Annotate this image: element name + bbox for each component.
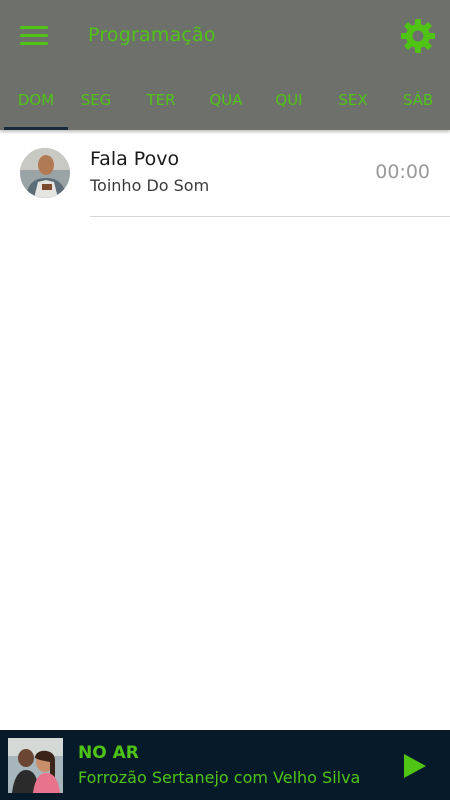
tab-seg[interactable]: SEG (64, 72, 128, 130)
program-time: 00:00 (375, 161, 430, 183)
now-playing-title: Forrozão Sertanejo com Velho Silva (78, 768, 361, 787)
on-air-label: NO AR (78, 743, 139, 763)
app-screen: Programação DOM SEG TER QUA QUI SEX SÁB … (0, 0, 450, 800)
list-item[interactable]: Fala Povo Toinho Do Som 00:00 (0, 130, 450, 218)
now-playing-thumbnail (8, 738, 63, 793)
page-title: Programação (88, 24, 216, 46)
tab-ter[interactable]: TER (129, 72, 193, 130)
tab-sab[interactable]: SÁB (386, 72, 450, 130)
tab-dom[interactable]: DOM (4, 72, 68, 130)
gear-icon[interactable] (400, 18, 436, 54)
now-playing-bar[interactable]: NO AR Forrozão Sertanejo com Velho Silva (0, 730, 450, 800)
avatar (20, 148, 70, 198)
play-icon[interactable] (400, 752, 430, 780)
program-name: Fala Povo (90, 148, 180, 170)
day-tabs: DOM SEG TER QUA QUI SEX SÁB (0, 72, 450, 130)
program-host: Toinho Do Som (90, 176, 210, 195)
tab-qua[interactable]: QUA (194, 72, 258, 130)
app-bar: Programação (0, 0, 450, 72)
hamburger-menu-icon[interactable] (20, 26, 50, 46)
tab-sex[interactable]: SEX (321, 72, 385, 130)
tab-qui[interactable]: QUI (257, 72, 321, 130)
schedule-list: Fala Povo Toinho Do Som 00:00 (0, 130, 450, 218)
divider (90, 216, 450, 217)
